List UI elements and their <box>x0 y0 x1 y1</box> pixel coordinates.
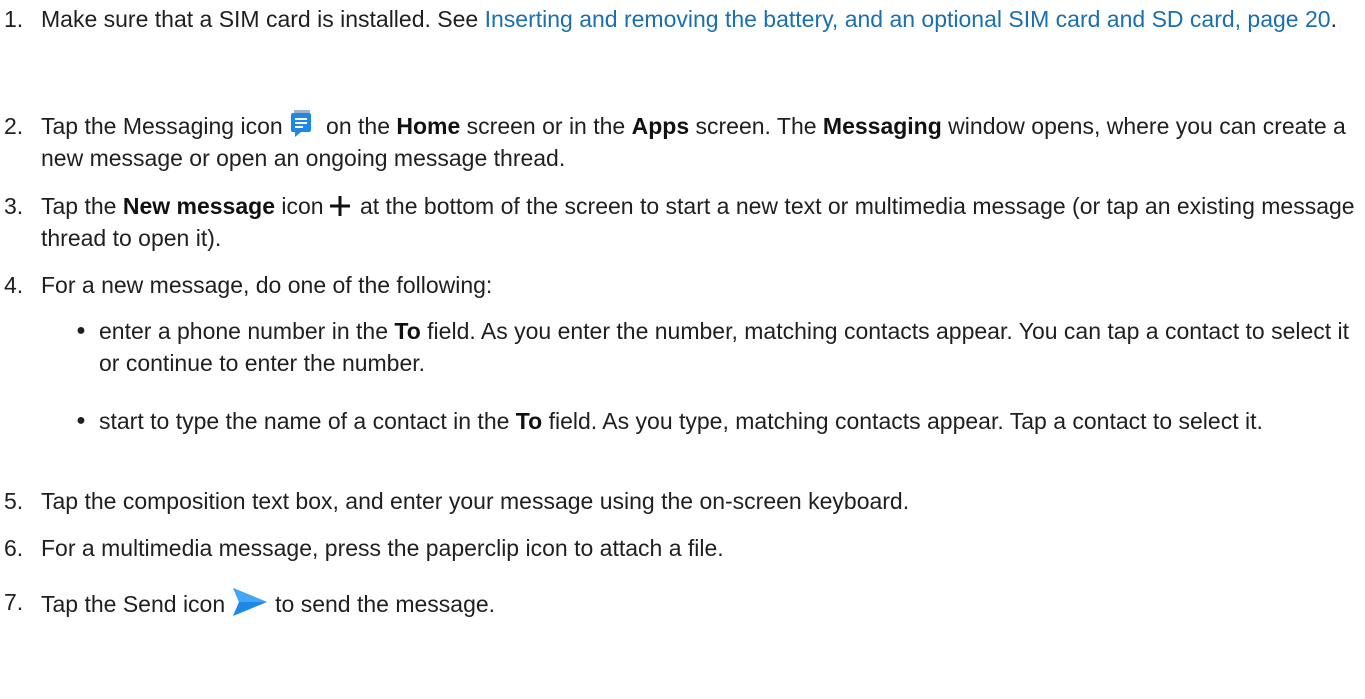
step-text-part: Tap the Send icon <box>41 591 226 617</box>
bullet-text-part: enter a phone number in the <box>99 318 395 344</box>
step-number: 2. <box>4 113 24 139</box>
step-text: Make sure that a SIM card is installed. … <box>41 3 1355 35</box>
step-text-part: screen. The <box>689 113 823 139</box>
step-text-part: icon <box>274 193 324 219</box>
step-text: Tap the New message icon at the bottom o… <box>41 190 1355 254</box>
bullet-dot-icon: ● <box>76 322 86 339</box>
step-text-part: . <box>1330 6 1337 32</box>
step-text: Tap the Messaging icon on the Home scree… <box>41 110 1355 174</box>
step-text-part: Tap the <box>41 193 123 219</box>
send-icon <box>233 588 268 616</box>
ui-term: Apps <box>631 113 690 139</box>
step-text-part: Tap the Messaging icon <box>41 113 283 139</box>
bullet-text-part: field. As you type, matching contacts ap… <box>542 408 1263 434</box>
step-text: For a multimedia message, press the pape… <box>41 535 724 561</box>
step-text: Tap the composition text box, and enter … <box>41 488 910 514</box>
cross-reference-link[interactable]: Inserting and removing the battery, and … <box>485 6 1331 32</box>
messaging-icon <box>290 110 311 137</box>
step-text: Tap the Send icon to send the message. <box>41 586 1355 620</box>
bullet-text: enter a phone number in the To field. As… <box>99 315 1355 379</box>
bullet-dot-icon: ● <box>76 412 86 429</box>
step-number: 5. <box>4 488 24 514</box>
step-number: 6. <box>4 535 24 561</box>
ui-term: Messaging <box>822 113 942 139</box>
ui-term: To <box>394 318 421 344</box>
step-number: 3. <box>4 193 24 219</box>
step-number: 1. <box>4 6 24 32</box>
step-text-part: to send the message. <box>275 591 496 617</box>
step-number: 4. <box>4 272 24 298</box>
ui-term: To <box>515 408 543 434</box>
step-text: For a new message, do one of the followi… <box>41 272 493 298</box>
step-text-part: on the <box>319 113 397 139</box>
ui-term: Home <box>396 113 461 139</box>
step-text-part: Make sure that a SIM card is installed. … <box>41 6 485 32</box>
step-number: 7. <box>4 589 24 615</box>
bullet-text: start to type the name of a contact in t… <box>99 405 1355 437</box>
ui-term: New message <box>122 193 275 219</box>
instruction-document: 1. Make sure that a SIM card is installe… <box>0 0 1365 699</box>
plus-icon <box>329 196 350 216</box>
bullet-text-part: start to type the name of a contact in t… <box>99 408 516 434</box>
step-text-part: screen or in the <box>460 113 632 139</box>
